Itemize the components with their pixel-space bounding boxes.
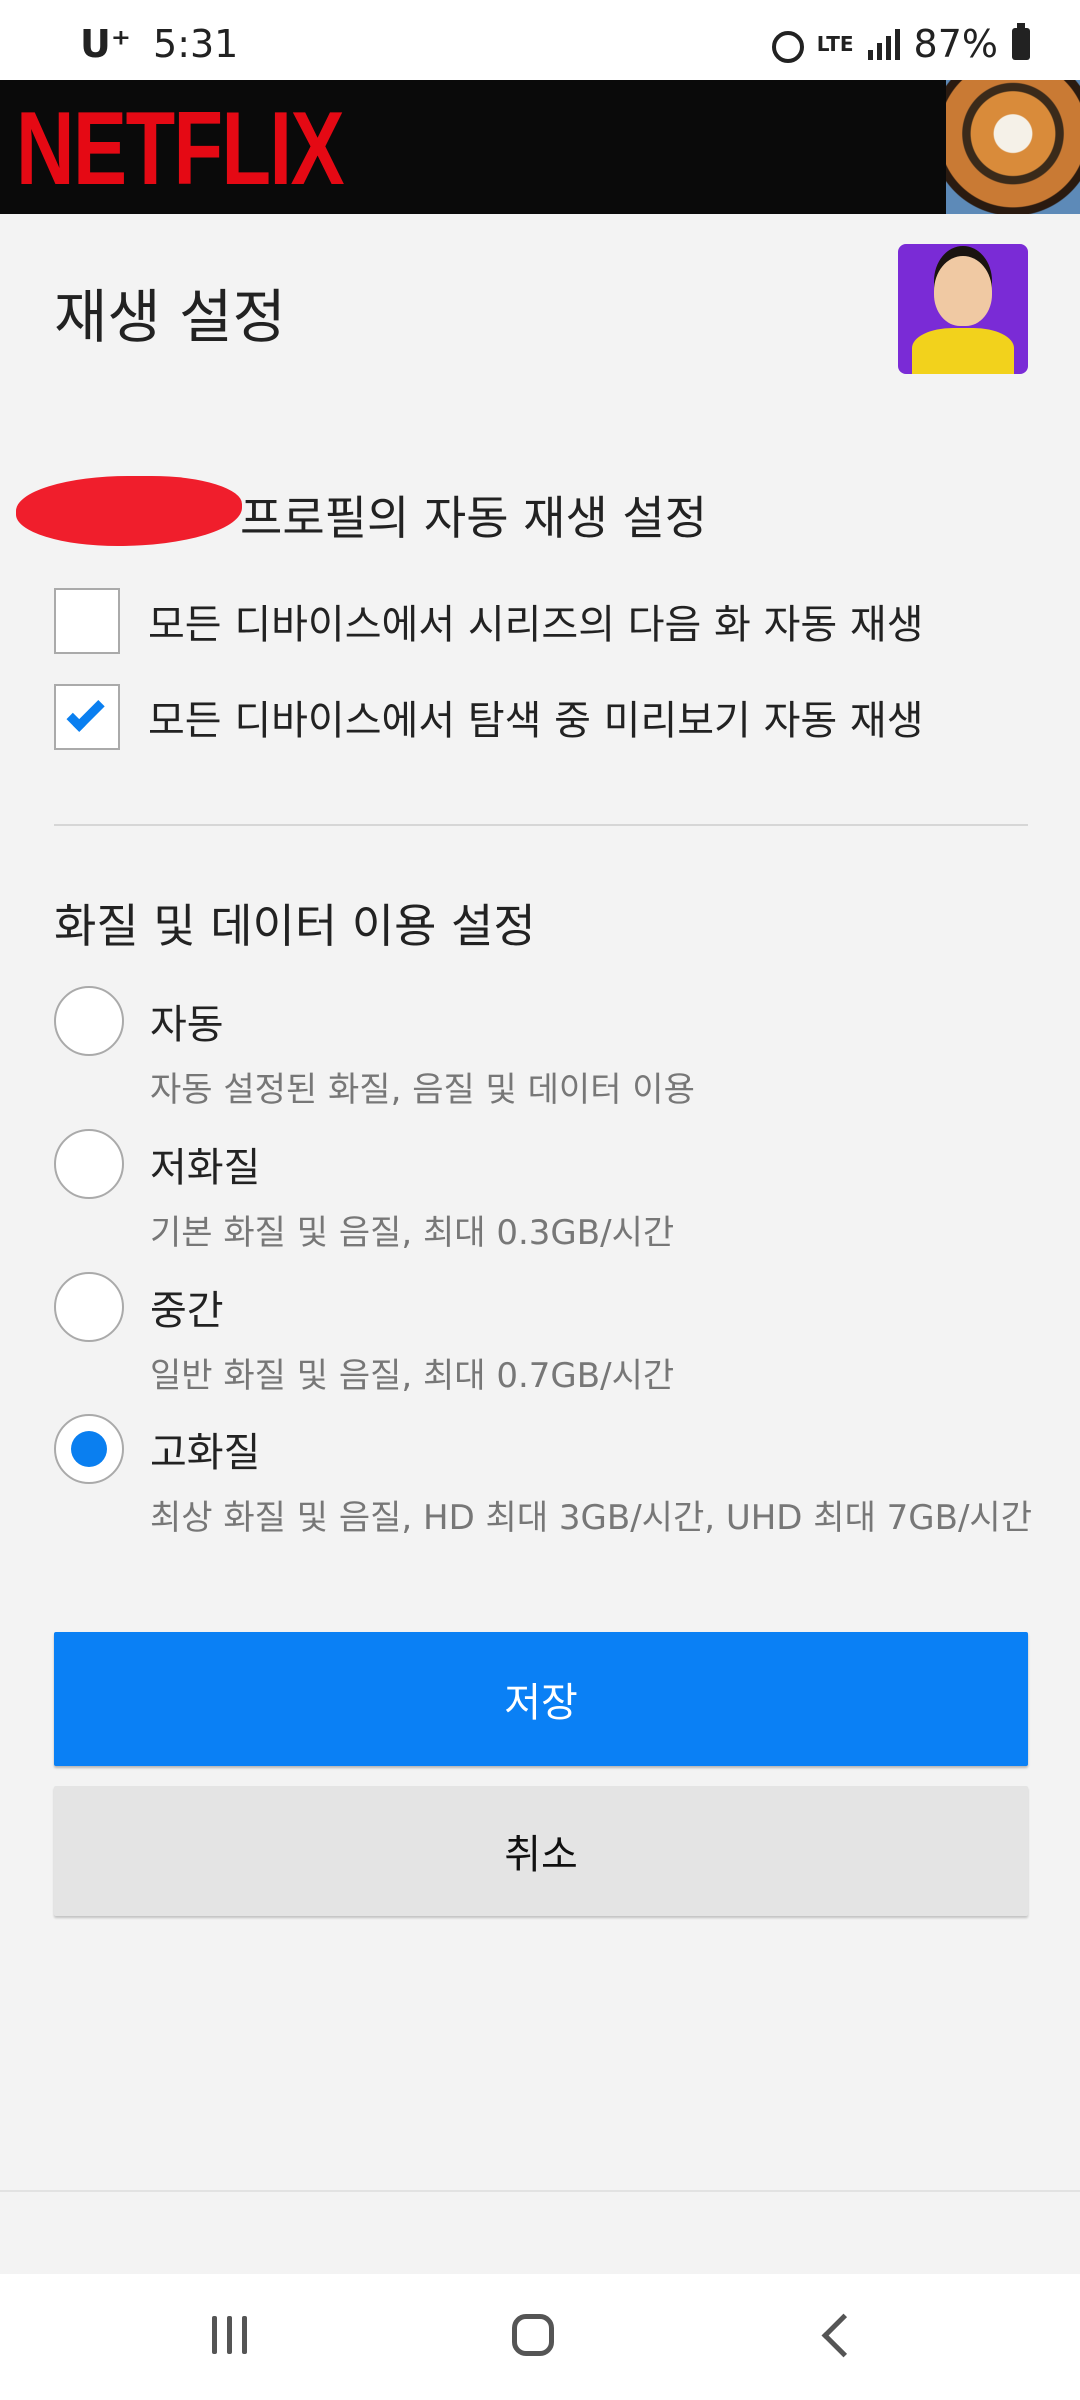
avatar-face bbox=[934, 256, 992, 326]
lte-icon: LTE bbox=[816, 32, 854, 56]
clock: 5:31 bbox=[153, 22, 239, 66]
battery-percent: 87% bbox=[913, 22, 998, 66]
autoplay-next-episode-option[interactable]: 모든 디바이스에서 시리즈의 다음 화 자동 재생 bbox=[54, 586, 924, 656]
checkbox-label: 모든 디바이스에서 탐색 중 미리보기 자동 재생 bbox=[148, 698, 924, 744]
section-divider bbox=[54, 824, 1028, 826]
quality-option-medium[interactable]: 중간 일반 화질 및 음질, 최대 0.7GB/시간 bbox=[54, 1272, 1044, 1396]
profile-avatar bbox=[898, 244, 1028, 374]
redacted-profile-name bbox=[16, 476, 242, 546]
radio-label: 고화질 bbox=[150, 1430, 261, 1476]
radio-description: 일반 화질 및 음질, 최대 0.7GB/시간 bbox=[150, 1356, 675, 1396]
quality-radio-low[interactable] bbox=[54, 1129, 124, 1199]
account-avatar[interactable] bbox=[946, 80, 1080, 214]
save-button[interactable]: 저장 bbox=[54, 1632, 1028, 1766]
radio-label: 저화질 bbox=[150, 1145, 261, 1191]
autoplay-section-title: 프로필의 자동 재생 설정 bbox=[240, 491, 708, 545]
signal-icon bbox=[867, 28, 900, 60]
carrier-label: U⁺ bbox=[80, 22, 131, 66]
quality-radio-medium[interactable] bbox=[54, 1272, 124, 1342]
quality-radio-high[interactable] bbox=[54, 1414, 124, 1484]
quality-option-high[interactable]: 고화질 최상 화질 및 음질, HD 최대 3GB/시간, UHD 최대 7GB… bbox=[54, 1414, 1044, 1538]
recents-icon[interactable] bbox=[212, 2316, 252, 2356]
battery-icon bbox=[1012, 23, 1030, 60]
checkbox-label: 모든 디바이스에서 시리즈의 다음 화 자동 재생 bbox=[148, 602, 924, 648]
radio-label: 자동 bbox=[150, 1002, 224, 1048]
quality-section-title: 화질 및 데이터 이용 설정 bbox=[54, 899, 536, 953]
footer-divider bbox=[0, 2190, 1080, 2192]
status-bar: U⁺ 5:31 LTE 87% bbox=[0, 0, 1080, 80]
quality-option-auto[interactable]: 자동 자동 설정된 화질, 음질 및 데이터 이용 bbox=[54, 986, 1044, 1110]
quality-option-low[interactable]: 저화질 기본 화질 및 음질, 최대 0.3GB/시간 bbox=[54, 1129, 1044, 1253]
radio-description: 기본 화질 및 음질, 최대 0.3GB/시간 bbox=[150, 1213, 675, 1253]
home-icon[interactable] bbox=[512, 2314, 554, 2356]
back-icon[interactable] bbox=[821, 2313, 866, 2358]
avatar-body bbox=[912, 328, 1014, 374]
cancel-button[interactable]: 취소 bbox=[54, 1786, 1028, 1916]
checkmark-icon bbox=[66, 693, 105, 732]
alarm-icon bbox=[769, 27, 804, 63]
radio-label: 중간 bbox=[150, 1288, 224, 1334]
autoplay-previews-option[interactable]: 모든 디바이스에서 탐색 중 미리보기 자동 재생 bbox=[54, 682, 924, 752]
quality-radio-auto[interactable] bbox=[54, 986, 124, 1056]
status-left: U⁺ 5:31 bbox=[80, 22, 238, 66]
radio-description: 자동 설정된 화질, 음질 및 데이터 이용 bbox=[150, 1070, 695, 1110]
netflix-logo[interactable]: NETFLIX bbox=[16, 94, 345, 204]
status-right: LTE 87% bbox=[769, 22, 1030, 66]
system-nav-bar bbox=[0, 2274, 1080, 2400]
radio-description: 최상 화질 및 음질, HD 최대 3GB/시간, UHD 최대 7GB/시간 bbox=[150, 1498, 1032, 1538]
autoplay-previews-checkbox[interactable] bbox=[54, 684, 120, 750]
autoplay-next-episode-checkbox[interactable] bbox=[54, 588, 120, 654]
page-title: 재생 설정 bbox=[54, 283, 286, 351]
app-header: NETFLIX bbox=[0, 80, 1080, 214]
